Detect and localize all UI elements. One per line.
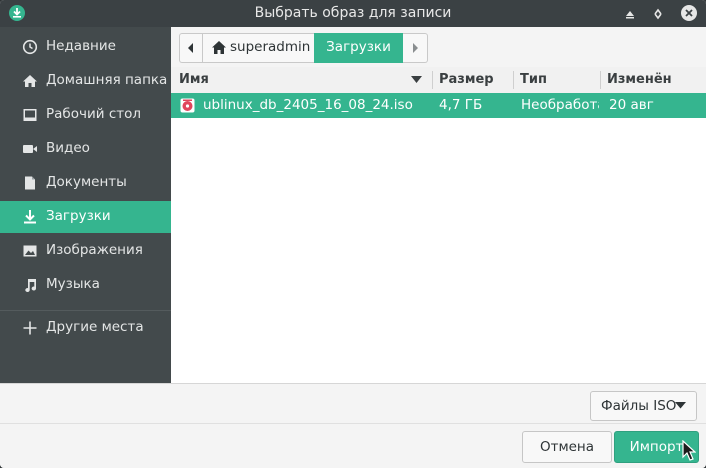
home-icon [212, 41, 226, 54]
sidebar-item-music[interactable]: Музыка [0, 269, 171, 301]
file-type: Необработа [521, 97, 599, 113]
minimize-icon[interactable] [622, 6, 638, 22]
column-divider [513, 71, 514, 89]
path-current-label: Загрузки [326, 39, 391, 55]
path-bar: superadmin Загрузки [171, 27, 706, 67]
maximize-icon[interactable] [650, 6, 666, 22]
file-chooser-dialog: Выбрать образ для записи Недавние Домашн… [0, 0, 706, 468]
column-type-header[interactable]: Тип [520, 72, 547, 87]
sidebar-item-images[interactable]: Изображения [0, 235, 171, 267]
filter-label: Файлы ISO [601, 398, 677, 414]
column-size-header[interactable]: Размер [439, 72, 494, 87]
sidebar-item-home[interactable]: Домашняя папка [0, 65, 171, 97]
file-filter-dropdown[interactable]: Файлы ISO [590, 391, 697, 421]
column-name-header[interactable]: Имя [179, 72, 209, 87]
plus-icon [22, 320, 38, 336]
chevron-left-icon [188, 43, 193, 53]
video-icon [22, 141, 38, 157]
sidebar-item-downloads[interactable]: Загрузки [0, 201, 171, 233]
home-icon [22, 73, 38, 89]
image-icon [22, 243, 38, 259]
music-icon [22, 277, 38, 293]
sidebar-item-recent[interactable]: Недавние [0, 31, 171, 63]
document-icon [22, 175, 38, 191]
sidebar-item-documents[interactable]: Документы [0, 167, 171, 199]
sidebar-divider [0, 310, 171, 311]
disc-image-icon [180, 98, 195, 113]
download-icon [22, 209, 38, 225]
places-sidebar: Недавние Домашняя папка Рабочий стол Вид… [0, 27, 171, 383]
column-modified-header[interactable]: Изменён [607, 72, 672, 87]
file-browser: superadmin Загрузки Имя Размер Тип Измен… [171, 27, 706, 383]
close-icon[interactable] [680, 4, 698, 22]
sidebar-item-label: Документы [46, 174, 127, 190]
action-bar: Отмена Импорт [0, 423, 706, 468]
sidebar-item-video[interactable]: Видео [0, 133, 171, 165]
sidebar-item-label: Домашняя папка [46, 72, 168, 88]
chevron-right-icon [413, 43, 418, 53]
file-row[interactable]: ublinux_db_2405_16_08_24.iso 4,7 ГБ Необ… [171, 93, 706, 118]
sidebar-item-label: Загрузки [46, 208, 111, 224]
sidebar-item-other-locations[interactable]: Другие места [0, 312, 171, 344]
column-divider [432, 71, 433, 89]
mouse-pointer-icon [682, 440, 696, 461]
cancel-button[interactable]: Отмена [522, 431, 612, 463]
path-back-button[interactable] [179, 33, 202, 63]
sidebar-item-label: Рабочий стол [46, 106, 141, 122]
cancel-label: Отмена [539, 439, 595, 455]
filter-bar: Файлы ISO [0, 383, 706, 424]
path-home-label: superadmin [230, 39, 311, 55]
file-modified: 20 авг [609, 97, 654, 113]
desktop-icon [22, 107, 38, 123]
path-home-button[interactable]: superadmin [202, 33, 316, 63]
sidebar-item-label: Видео [46, 140, 90, 156]
sidebar-item-label: Другие места [46, 319, 144, 335]
sidebar-item-desktop[interactable]: Рабочий стол [0, 99, 171, 131]
file-list-header: Имя Размер Тип Изменён [171, 67, 706, 94]
chevron-down-icon [675, 402, 686, 409]
path-current-button[interactable]: Загрузки [314, 33, 403, 63]
path-forward-button[interactable] [403, 33, 428, 63]
column-divider [600, 71, 601, 89]
sidebar-item-label: Изображения [46, 242, 143, 258]
sidebar-item-label: Музыка [46, 276, 100, 292]
file-name: ublinux_db_2405_16_08_24.iso [203, 97, 413, 113]
sort-down-icon[interactable] [411, 76, 422, 84]
file-size: 4,7 ГБ [439, 97, 483, 113]
clock-icon [22, 39, 38, 55]
window-title: Выбрать образ для записи [254, 5, 452, 21]
titlebar: Выбрать образ для записи [0, 0, 706, 27]
sidebar-item-label: Недавние [46, 38, 116, 54]
